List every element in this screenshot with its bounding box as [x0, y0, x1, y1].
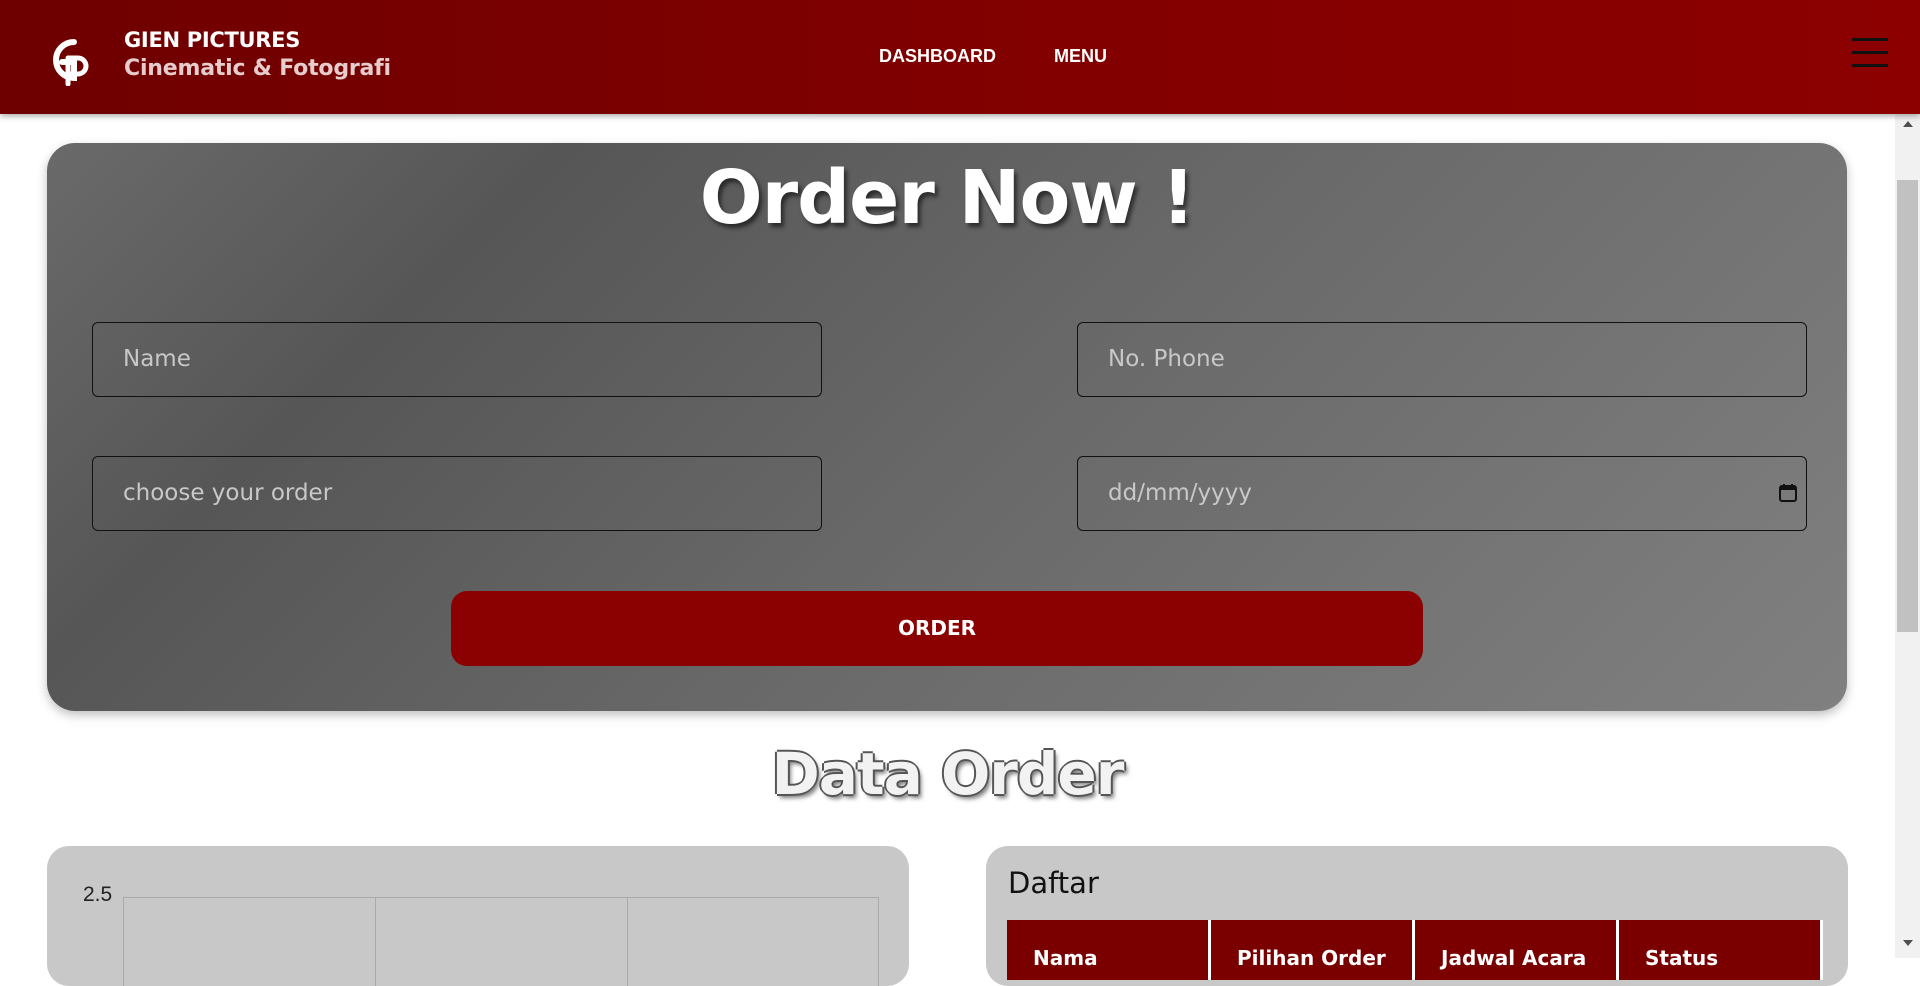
chart-plot-area: [123, 897, 879, 986]
date-placeholder: dd/mm/yyyy: [1108, 480, 1252, 506]
order-table-header: Nama Pilihan Order Jadwal Acara Status: [1007, 920, 1823, 980]
chart-y-tick: 2.5: [83, 883, 113, 906]
order-choice-input[interactable]: choose your order: [92, 456, 822, 531]
nav-dashboard-link[interactable]: DASHBOARD: [879, 46, 996, 67]
column-header-jadwal-acara: Jadwal Acara: [1415, 920, 1619, 980]
chart-card: 2.5: [47, 846, 909, 986]
phone-input[interactable]: No. Phone: [1077, 322, 1807, 397]
nav-menu-link[interactable]: MENU: [1054, 46, 1107, 67]
hamburger-bar: [1852, 64, 1888, 67]
order-form-panel: Order Now ! Name No. Phone choose your o…: [47, 143, 1847, 711]
chart-gridline: [375, 898, 376, 986]
scrollbar-thumb[interactable]: [1897, 180, 1918, 632]
name-input[interactable]: Name: [92, 322, 822, 397]
scroll-down-arrow-icon[interactable]: [1903, 940, 1913, 946]
brand-tagline: Cinematic & Fotografi: [124, 56, 391, 81]
gp-logo-icon[interactable]: [44, 34, 92, 86]
chart-gridline: [627, 898, 628, 986]
data-order-title: Data Order: [771, 740, 1125, 808]
hamburger-icon[interactable]: [1852, 38, 1888, 70]
date-input[interactable]: dd/mm/yyyy: [1077, 456, 1807, 531]
order-list-card: Daftar Nama Pilihan Order Jadwal Acara S…: [986, 846, 1848, 986]
column-header-nama: Nama: [1007, 920, 1211, 980]
navbar: GIEN PICTURES Cinematic & Fotografi DASH…: [0, 0, 1920, 114]
hamburger-bar: [1852, 51, 1888, 54]
order-form-title: Order Now !: [699, 155, 1195, 241]
calendar-icon[interactable]: [1778, 483, 1798, 503]
hamburger-bar: [1852, 38, 1888, 41]
column-header-pilihan-order: Pilihan Order: [1211, 920, 1415, 980]
order-list-title: Daftar: [1008, 866, 1099, 900]
nav-links: DASHBOARD MENU: [879, 46, 1107, 67]
brand-name: GIEN PICTURES: [124, 28, 301, 52]
scroll-up-arrow-icon[interactable]: [1903, 121, 1913, 127]
column-header-status: Status: [1619, 920, 1823, 980]
order-button[interactable]: ORDER: [451, 591, 1423, 666]
